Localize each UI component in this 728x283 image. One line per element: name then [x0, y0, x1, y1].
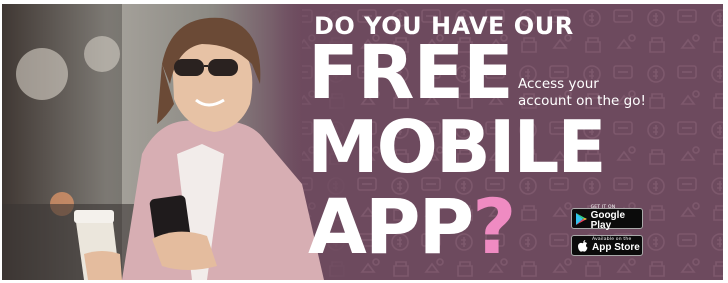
- headline-app-text: APP: [308, 182, 474, 271]
- banner-content: DO YOU HAVE OUR FREE MOBILE APP? Access …: [2, 4, 723, 280]
- question-mark: ?: [472, 182, 516, 271]
- google-play-label: Google Play: [590, 209, 626, 231]
- app-store-label: App Store: [592, 241, 640, 253]
- headline-app: APP?: [308, 189, 516, 265]
- app-store-badge[interactable]: Available on the App Store: [571, 235, 643, 256]
- app-store-text: Available on the App Store: [592, 238, 640, 253]
- subtext: Access your account on the go!: [518, 76, 708, 110]
- headline-free: FREE: [308, 30, 514, 116]
- google-play-text: GET IT ON Google Play: [591, 206, 642, 231]
- google-play-badge[interactable]: GET IT ON Google Play: [571, 206, 643, 231]
- headline-mobile: MOBILE: [307, 105, 607, 189]
- subtext-line1: Access your: [518, 76, 599, 92]
- apple-icon: [576, 239, 589, 252]
- woman-with-phone-photo: [2, 4, 354, 280]
- mobile-app-banner: DO YOU HAVE OUR FREE MOBILE APP? Access …: [0, 0, 728, 283]
- google-play-icon: [576, 212, 588, 225]
- subtext-line2: account on the go!: [518, 93, 646, 109]
